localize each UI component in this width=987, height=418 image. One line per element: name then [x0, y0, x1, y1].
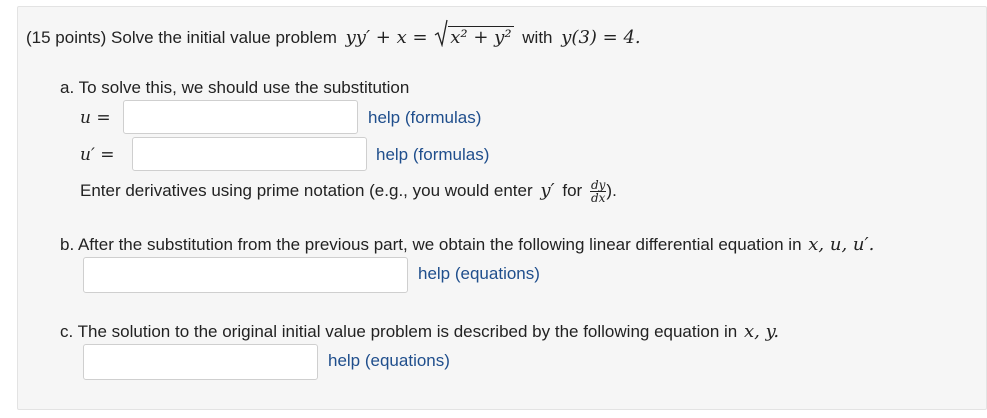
u-prime-help-link[interactable]: help (formulas) — [376, 145, 489, 165]
initial-condition: y(3) = 4. — [561, 27, 641, 48]
fraction-denominator: dx — [590, 191, 606, 206]
part-a-label: a. To solve this, we should use the subs… — [60, 78, 410, 97]
part-b-label-row: b. After the substitution from the previ… — [60, 234, 874, 255]
radical-sign-icon — [434, 19, 448, 47]
dy-dx-fraction: dy dx — [589, 179, 607, 206]
u-help-link[interactable]: help (formulas) — [368, 108, 481, 128]
part-b-input[interactable] — [83, 257, 408, 293]
problem-equation-radicand: x² + y² — [448, 26, 514, 48]
part-b-help-link[interactable]: help (equations) — [418, 264, 540, 284]
note-end: ). — [606, 181, 617, 200]
note-y-prime: y′ — [540, 180, 555, 201]
problem-with-text: with — [522, 28, 553, 47]
u-prime-input[interactable] — [132, 137, 367, 171]
part-b-vars: x, u, u′. — [808, 234, 875, 255]
part-c-help-link[interactable]: help (equations) — [328, 351, 450, 371]
problem-equation-lhs: yy′ + x = — [345, 27, 428, 48]
part-b-label: b. After the substitution from the previ… — [60, 235, 802, 254]
note-text: Enter derivatives using prime notation (… — [80, 181, 533, 200]
part-c-label: c. The solution to the original initial … — [60, 322, 738, 341]
u-prime-label: u′ = — [80, 145, 115, 165]
note-for: for — [562, 181, 583, 200]
problem-statement: (15 points) Solve the initial value prob… — [26, 19, 641, 49]
square-root: x² + y² — [434, 19, 514, 49]
part-c-input[interactable] — [83, 344, 318, 380]
problem-intro: (15 points) Solve the initial value prob… — [26, 28, 337, 47]
derivative-note: Enter derivatives using prime notation (… — [80, 176, 617, 206]
u-label: u = — [80, 108, 111, 128]
part-c-label-row: c. The solution to the original initial … — [60, 321, 779, 342]
u-input[interactable] — [123, 100, 358, 134]
part-c-vars: x, y. — [744, 321, 780, 342]
